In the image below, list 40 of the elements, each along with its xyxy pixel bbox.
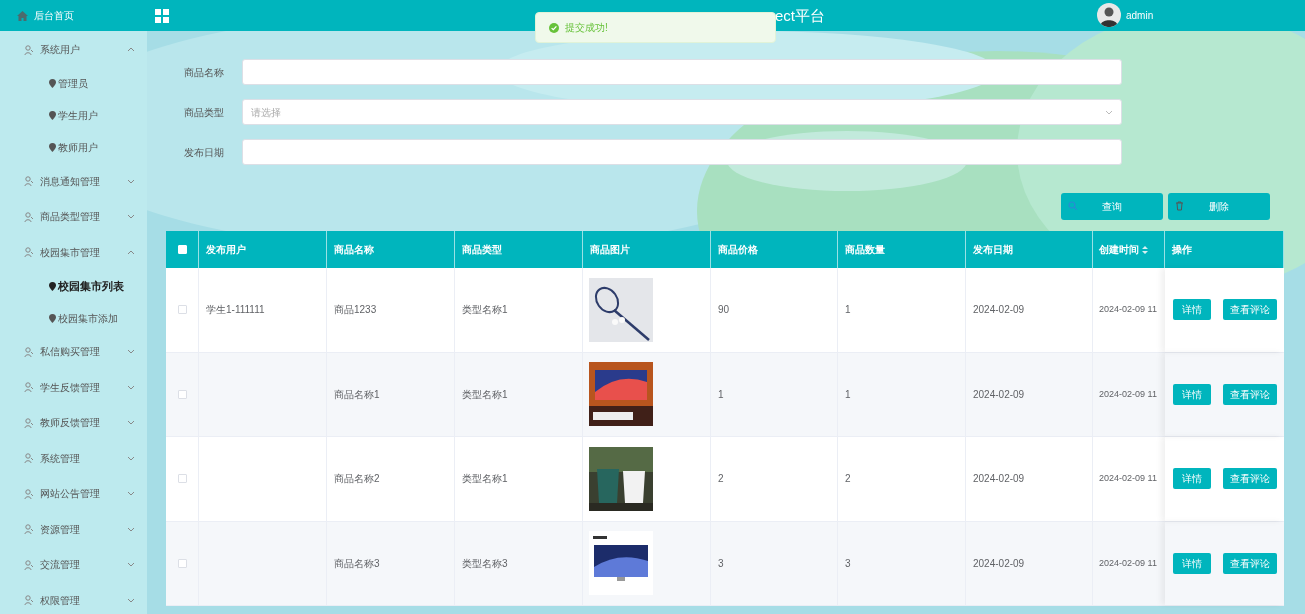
menu-item[interactable]: 私信购买管理 — [0, 334, 147, 370]
menu-item[interactable]: 学生反馈管理 — [0, 369, 147, 405]
user-icon — [24, 524, 34, 535]
toast-message: 提交成功! — [565, 21, 608, 35]
menu-item[interactable]: 校园集市管理 — [0, 234, 147, 270]
location-pin-icon — [49, 313, 56, 323]
menu-item[interactable]: 资源管理 — [0, 511, 147, 547]
menu-item[interactable]: 教师反馈管理 — [0, 405, 147, 441]
location-pin-icon — [49, 79, 56, 88]
user-icon — [24, 595, 34, 606]
menu-item[interactable]: 消息通知管理 — [0, 163, 147, 199]
user-icon — [24, 247, 34, 258]
submenu-item[interactable]: 校园集市添加 — [0, 302, 147, 334]
location-pin-icon — [49, 143, 56, 152]
user-icon — [24, 453, 34, 464]
submenu-item[interactable]: 教师用户 — [0, 131, 147, 164]
user-icon — [24, 176, 34, 187]
submenu-item[interactable]: 学生用户 — [0, 99, 147, 132]
header-title: ect平台 — [775, 6, 825, 26]
menu-item[interactable]: 商品类型管理 — [0, 199, 147, 235]
home-icon — [17, 10, 28, 21]
user-icon — [24, 488, 34, 499]
user-icon — [24, 417, 34, 428]
submenu-item[interactable]: 校园集市列表 — [0, 270, 147, 302]
location-pin-icon — [49, 111, 56, 120]
menu-item[interactable]: 权限管理 — [0, 582, 147, 614]
user-icon — [24, 559, 34, 570]
menu-item[interactable]: 系统用户 — [0, 32, 147, 68]
menu-item[interactable]: 网站公告管理 — [0, 476, 147, 512]
location-pin-icon — [49, 281, 56, 291]
check-circle-icon — [549, 22, 559, 33]
menu-item[interactable]: 交流管理 — [0, 547, 147, 583]
avatar-icon[interactable] — [1097, 3, 1121, 27]
user-icon — [24, 44, 34, 55]
user-icon — [24, 346, 34, 357]
user-icon — [24, 211, 34, 222]
grid-menu-icon[interactable] — [155, 8, 169, 23]
submenu-item[interactable]: 管理员 — [0, 67, 147, 100]
user-icon — [24, 382, 34, 393]
menu-item[interactable]: 系统管理 — [0, 440, 147, 476]
